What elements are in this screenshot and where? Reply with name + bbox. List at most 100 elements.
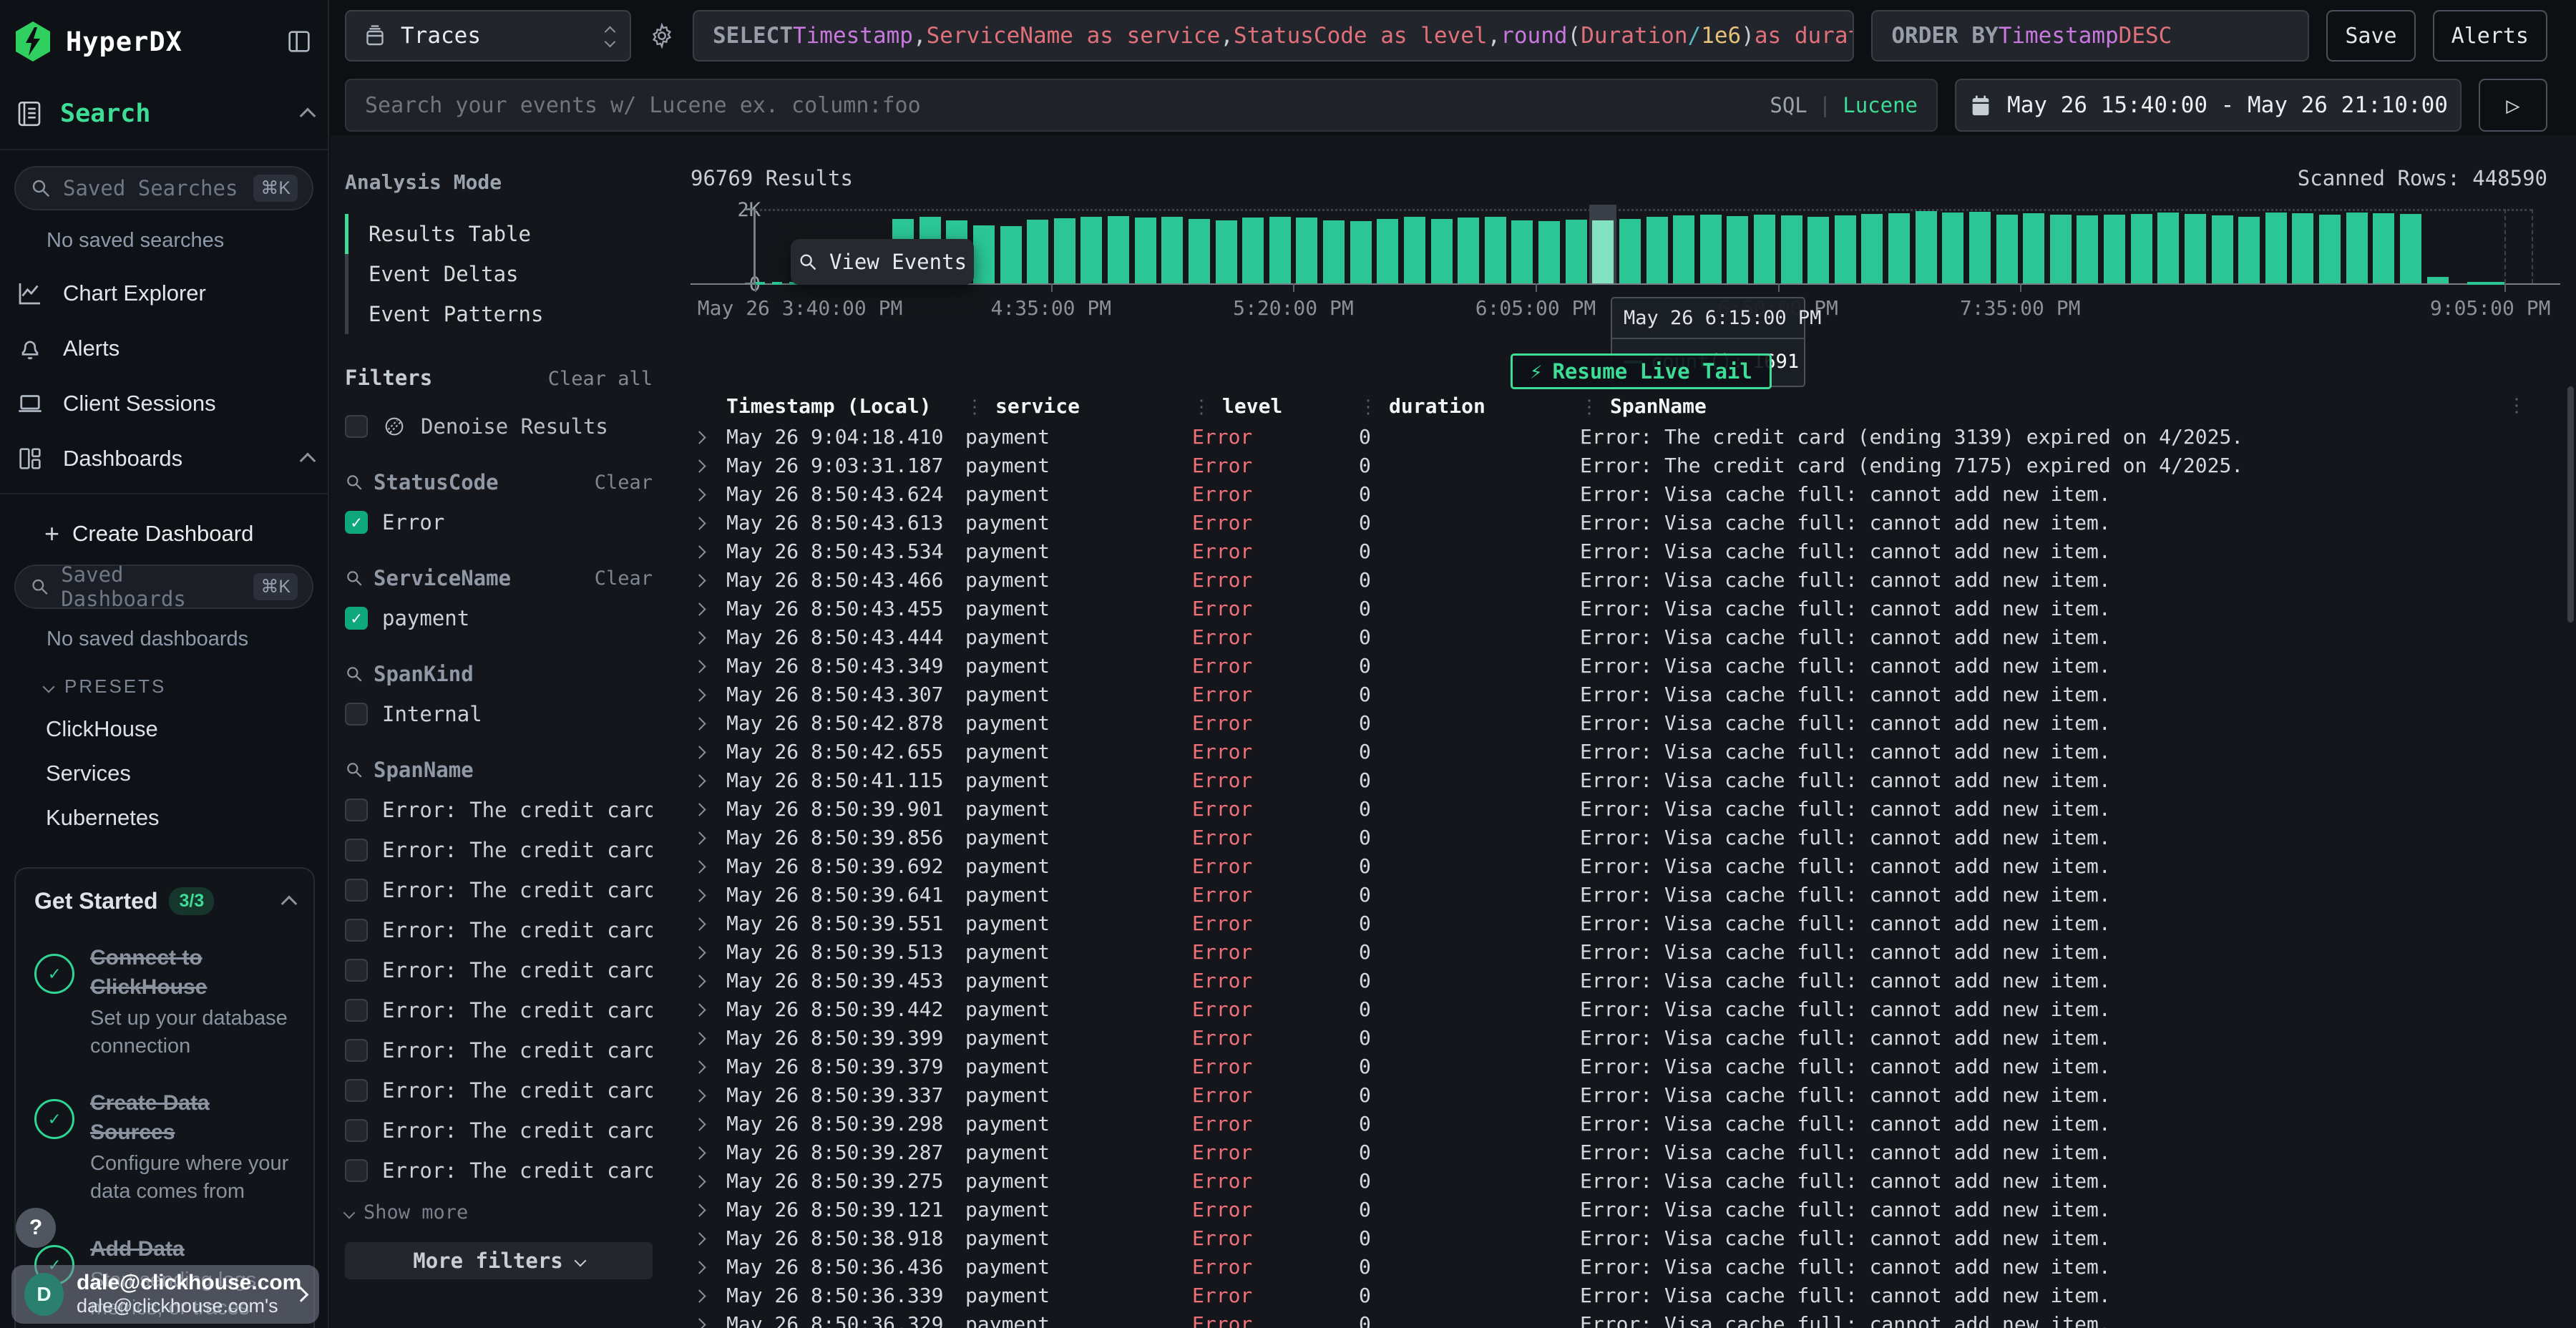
source-select[interactable]: Traces (345, 10, 631, 62)
row-expand-chevron[interactable] (691, 741, 722, 762)
row-expand-chevron[interactable] (691, 1256, 722, 1277)
table-row[interactable]: May 26 8:50:39.551 PMpaymentError0Error:… (691, 909, 2547, 937)
row-expand-chevron[interactable] (691, 970, 722, 991)
saved-dashboards-input[interactable]: Saved Dashboards ⌘K (14, 565, 313, 609)
row-expand-chevron[interactable] (691, 798, 722, 819)
column-resize-handle[interactable]: ⋮ (1359, 396, 1377, 418)
column-resize-handle[interactable]: ⋮ (1192, 396, 1211, 418)
table-row[interactable]: May 26 8:50:43.466 PMpaymentError0Error:… (691, 565, 2547, 594)
filter-option[interactable]: Error: The credit card … (345, 998, 653, 1022)
row-expand-chevron[interactable] (691, 1055, 722, 1077)
row-expand-chevron[interactable] (691, 540, 722, 562)
chart-plot-area[interactable]: May 26 3:40:00 PM4:35:00 PM5:20:00 PM6:0… (755, 209, 2532, 283)
row-expand-chevron[interactable] (691, 826, 722, 848)
table-row[interactable]: May 26 8:50:43.613 PMpaymentError0Error:… (691, 508, 2547, 537)
table-row[interactable]: May 26 8:50:36.329 PMpaymentError0Error:… (691, 1309, 2547, 1328)
filter-option[interactable]: Internal (345, 702, 653, 726)
table-row[interactable]: May 26 8:50:36.339 PMpaymentError0Error:… (691, 1281, 2547, 1309)
row-expand-chevron[interactable] (691, 483, 722, 504)
table-row[interactable]: May 26 8:50:43.349 PMpaymentError0Error:… (691, 651, 2547, 680)
table-row[interactable]: May 26 8:50:39.121 PMpaymentError0Error:… (691, 1195, 2547, 1224)
filter-option[interactable]: Error: The credit card … (345, 1078, 653, 1103)
filter-option[interactable]: Error: The credit card … (345, 1118, 653, 1143)
row-expand-chevron[interactable] (691, 1141, 722, 1163)
get-started-step[interactable]: ✓ Connect to ClickHouse Set up your data… (34, 944, 295, 1060)
checkbox-unchecked[interactable] (345, 959, 368, 982)
checkbox-unchecked[interactable] (345, 1159, 368, 1182)
table-row[interactable]: May 26 8:50:43.455 PMpaymentError0Error:… (691, 594, 2547, 622)
create-dashboard-button[interactable]: + Create Dashboard (44, 519, 313, 549)
row-expand-chevron[interactable] (691, 1027, 722, 1048)
col-service[interactable]: ⋮service (948, 394, 1176, 418)
clear-all-button[interactable]: Clear all (548, 368, 653, 390)
row-expand-chevron[interactable] (691, 1113, 722, 1134)
table-row[interactable]: May 26 8:50:39.692 PMpaymentError0Error:… (691, 851, 2547, 880)
row-expand-chevron[interactable] (691, 597, 722, 619)
row-expand-chevron[interactable] (691, 941, 722, 962)
sql-toggle[interactable]: SQL (1770, 93, 1807, 117)
table-row[interactable]: May 26 8:50:39.856 PMpaymentError0Error:… (691, 823, 2547, 851)
analysis-mode-event-patterns[interactable]: Event Patterns (345, 294, 653, 334)
more-filters-button[interactable]: More filters (345, 1242, 653, 1279)
analysis-mode-results-table[interactable]: Results Table (345, 214, 653, 254)
checkbox-unchecked[interactable] (345, 1119, 368, 1142)
table-row[interactable]: May 26 8:50:41.115 PMpaymentError0Error:… (691, 766, 2547, 794)
row-expand-chevron[interactable] (691, 683, 722, 705)
filter-option[interactable]: Error: The credit card … (345, 838, 653, 862)
user-account-chip[interactable]: D dale@clickhouse.com dale@clickhouse.co… (11, 1265, 319, 1324)
sidebar-item-client-sessions[interactable]: Client Sessions (14, 389, 313, 419)
order-by-editor[interactable]: ORDER BY Timestamp DESC (1871, 10, 2309, 62)
preset-item-clickhouse[interactable]: ClickHouse (46, 716, 313, 742)
row-expand-chevron[interactable] (691, 855, 722, 877)
table-row[interactable]: May 26 8:50:39.399 PMpaymentError0Error:… (691, 1023, 2547, 1052)
table-row[interactable]: May 26 8:50:39.287 PMpaymentError0Error:… (691, 1138, 2547, 1166)
date-range-picker[interactable]: May 26 15:40:00 - May 26 21:10:00 (1955, 79, 2462, 132)
filter-option[interactable]: Error: The credit card … (345, 958, 653, 982)
table-row[interactable]: May 26 8:50:39.513 PMpaymentError0Error:… (691, 937, 2547, 966)
table-row[interactable]: May 26 8:50:39.337 PMpaymentError0Error:… (691, 1080, 2547, 1109)
row-expand-chevron[interactable] (691, 884, 722, 905)
row-expand-chevron[interactable] (691, 454, 722, 476)
get-started-step[interactable]: ✓ Create Data Sources Configure where yo… (34, 1089, 295, 1206)
column-resize-handle[interactable]: ⋮ (2507, 395, 2526, 416)
checkbox-unchecked[interactable] (345, 999, 368, 1022)
sql-select-editor[interactable]: SELECT Timestamp, ServiceName as service… (693, 10, 1854, 62)
table-row[interactable]: May 26 8:50:36.436 PMpaymentError0Error:… (691, 1252, 2547, 1281)
row-expand-chevron[interactable] (691, 1170, 722, 1191)
column-resize-handle[interactable]: ⋮ (965, 396, 984, 418)
column-resize-handle[interactable]: ⋮ (1580, 396, 1599, 418)
filter-option[interactable]: Error: The credit card … (345, 798, 653, 822)
row-expand-chevron[interactable] (691, 569, 722, 590)
checkbox-checked[interactable]: ✓ (345, 607, 368, 630)
lucene-search-input[interactable]: Search your events w/ Lucene ex. column:… (345, 79, 1938, 132)
table-row[interactable]: May 26 8:50:39.901 PMpaymentError0Error:… (691, 794, 2547, 823)
sidebar-item-dashboards[interactable]: Dashboards (14, 444, 313, 473)
row-expand-chevron[interactable] (691, 655, 722, 676)
table-row[interactable]: May 26 8:50:43.444 PMpaymentError0Error:… (691, 622, 2547, 651)
row-expand-chevron[interactable] (691, 1284, 722, 1306)
table-row[interactable]: May 26 8:50:42.878 PMpaymentError0Error:… (691, 708, 2547, 737)
table-row[interactable]: May 26 8:50:43.534 PMpaymentError0Error:… (691, 537, 2547, 565)
checkbox-unchecked[interactable] (345, 879, 368, 902)
filter-option[interactable]: Error: The credit card … (345, 878, 653, 902)
sidebar-item-alerts[interactable]: Alerts (14, 334, 313, 363)
lucene-toggle[interactable]: Lucene (1843, 93, 1918, 117)
row-expand-chevron[interactable] (691, 912, 722, 934)
filter-option[interactable]: ✓payment (345, 606, 653, 630)
checkbox-unchecked[interactable] (345, 703, 368, 726)
row-expand-chevron[interactable] (691, 1313, 722, 1328)
table-row[interactable]: May 26 8:50:42.655 PMpaymentError0Error:… (691, 737, 2547, 766)
analysis-mode-event-deltas[interactable]: Event Deltas (345, 254, 653, 294)
filter-option[interactable]: ✓Error (345, 510, 653, 534)
resume-live-tail-button[interactable]: ⚡ Resume Live Tail (1511, 353, 1772, 389)
gear-icon[interactable] (648, 22, 675, 49)
table-row[interactable]: May 26 9:03:31.187 PMpaymentError0Error:… (691, 451, 2547, 479)
show-more-button[interactable]: Show more (345, 1201, 653, 1224)
run-query-button[interactable]: ▷ (2479, 79, 2547, 132)
table-row[interactable]: May 26 8:50:39.442 PMpaymentError0Error:… (691, 995, 2547, 1023)
denoise-results-checkbox[interactable]: Denoise Results (345, 414, 653, 439)
chevron-up-icon[interactable] (281, 895, 298, 912)
row-expand-chevron[interactable] (691, 1198, 722, 1220)
checkbox-unchecked[interactable] (345, 799, 368, 821)
checkbox-checked[interactable]: ✓ (345, 511, 368, 534)
